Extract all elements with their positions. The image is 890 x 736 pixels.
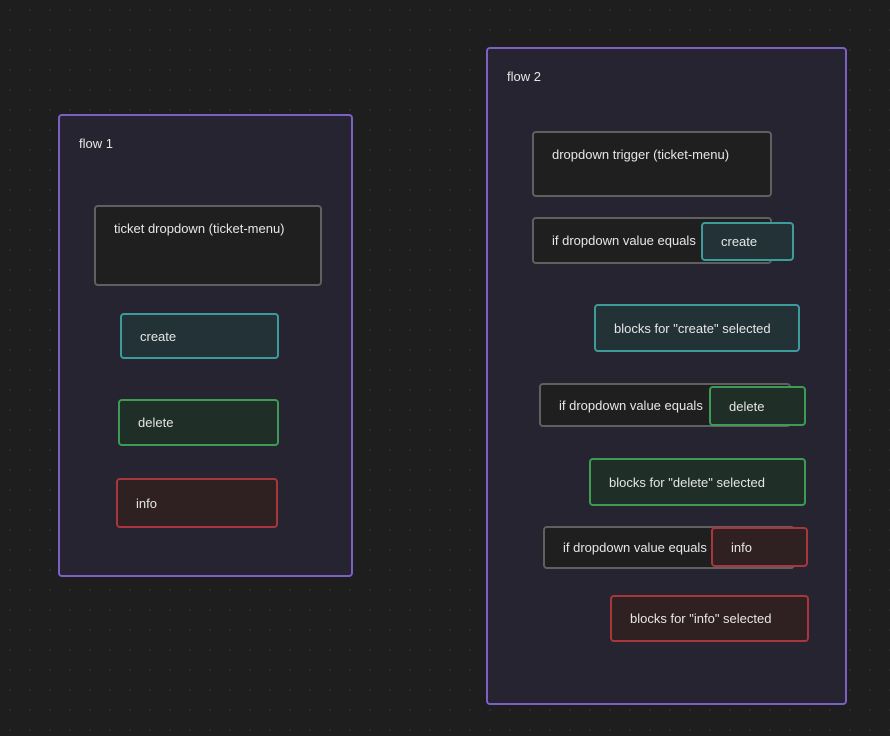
option-info-label: info	[136, 495, 157, 511]
condition-create-value[interactable]: create	[701, 222, 794, 261]
condition-delete-value[interactable]: delete	[709, 386, 806, 426]
condition-info-value-label: info	[731, 539, 752, 555]
condition-delete-value-label: delete	[729, 398, 765, 414]
blocks-create-node[interactable]: blocks for "create" selected	[594, 304, 800, 352]
condition-create-value-label: create	[721, 234, 758, 249]
option-create-label: create	[140, 328, 177, 344]
blocks-info-label: blocks for "info" selected	[630, 611, 772, 626]
flow-2-label: flow 2	[507, 69, 541, 84]
condition-delete-label: if dropdown value equals	[559, 397, 703, 413]
blocks-delete-label: blocks for "delete" selected	[609, 474, 765, 490]
option-info-node[interactable]: info	[116, 478, 278, 528]
option-delete-label: delete	[138, 415, 174, 430]
blocks-delete-node[interactable]: blocks for "delete" selected	[589, 458, 806, 506]
blocks-info-node[interactable]: blocks for "info" selected	[610, 595, 809, 642]
blocks-create-label: blocks for "create" selected	[614, 320, 771, 336]
condition-info-label: if dropdown value equals	[563, 540, 707, 555]
dropdown-trigger-label: dropdown trigger (ticket-menu)	[552, 147, 730, 162]
ticket-dropdown-node[interactable]: ticket dropdown (ticket-menu)	[94, 205, 322, 286]
flow-1-label: flow 1	[79, 136, 113, 151]
dropdown-trigger-node[interactable]: dropdown trigger (ticket-menu)	[532, 131, 772, 197]
ticket-dropdown-label: ticket dropdown (ticket-menu)	[114, 221, 285, 236]
condition-create-label: if dropdown value equals	[552, 233, 696, 248]
option-delete-node[interactable]: delete	[118, 399, 279, 446]
option-create-node[interactable]: create	[120, 313, 279, 359]
condition-info-value[interactable]: info	[711, 527, 808, 567]
